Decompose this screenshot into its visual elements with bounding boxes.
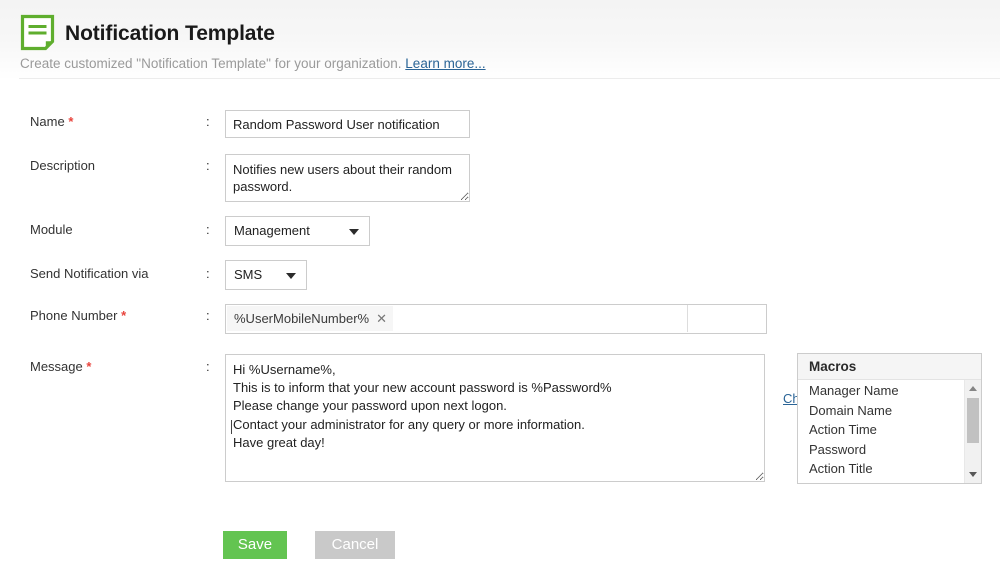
message-label-text: Message <box>30 359 83 374</box>
message-textarea[interactable] <box>225 354 765 482</box>
macros-title: Macros <box>798 354 981 380</box>
description-textarea[interactable] <box>225 154 470 202</box>
phone-number-token-chip[interactable]: %UserMobileNumber% ✕ <box>227 306 394 331</box>
module-label: Module <box>30 222 73 237</box>
macros-scrollbar[interactable] <box>964 380 981 483</box>
list-item[interactable]: Password <box>798 440 958 460</box>
chevron-down-icon <box>349 229 359 235</box>
cancel-button[interactable]: Cancel <box>315 531 395 559</box>
name-input[interactable] <box>225 110 470 138</box>
phone-number-colon: : <box>206 308 210 323</box>
save-button[interactable]: Save <box>223 531 287 559</box>
message-label: Message * <box>30 359 91 374</box>
phone-number-token-area[interactable]: %UserMobileNumber% ✕ <box>226 305 688 332</box>
scrollbar-thumb[interactable] <box>967 398 979 443</box>
description-label: Description <box>30 158 96 173</box>
phone-number-token-input[interactable]: %UserMobileNumber% ✕ <box>225 304 767 334</box>
name-label: Name * <box>30 114 73 129</box>
module-select[interactable]: Management <box>225 216 370 246</box>
title-row: Notification Template <box>19 14 275 52</box>
page-title: Notification Template <box>65 21 275 45</box>
chevron-down-icon <box>286 273 296 279</box>
subtitle-text: Create customized "Notification Template… <box>20 56 402 71</box>
phone-number-label: Phone Number * <box>30 308 126 323</box>
phone-number-required-mark: * <box>121 308 127 323</box>
send-via-colon: : <box>206 266 210 281</box>
document-lines-icon <box>20 14 55 51</box>
name-label-text: Name <box>30 114 65 129</box>
list-item[interactable]: Domain Name <box>798 401 958 421</box>
module-colon: : <box>206 222 210 237</box>
message-required-mark: * <box>86 359 92 374</box>
text-cursor <box>231 420 232 434</box>
send-via-select[interactable]: SMS <box>225 260 307 290</box>
notification-template-page: Notification Template Create customized … <box>0 0 1000 568</box>
page-header: Notification Template Create customized … <box>0 0 1000 80</box>
message-colon: : <box>206 359 210 374</box>
learn-more-link[interactable]: Learn more... <box>405 56 485 71</box>
page-subtitle: Create customized "Notification Template… <box>20 56 486 71</box>
header-divider <box>19 78 1000 79</box>
macros-body: Manager Name Domain Name Action Time Pas… <box>798 380 981 483</box>
module-select-value: Management <box>234 223 310 238</box>
description-colon: : <box>206 158 210 173</box>
caret-down-icon[interactable] <box>969 472 977 477</box>
form-row-send-via: Send Notification via : SMS <box>0 80 307 290</box>
send-via-select-value: SMS <box>234 267 263 282</box>
send-via-label: Send Notification via <box>30 266 149 281</box>
name-required-mark: * <box>68 114 74 129</box>
phone-number-token-text: %UserMobileNumber% <box>234 311 370 326</box>
list-item[interactable]: Action Time <box>798 420 958 440</box>
phone-number-label-text: Phone Number <box>30 308 118 323</box>
list-item[interactable]: Manager Name <box>798 381 958 401</box>
close-icon[interactable]: ✕ <box>376 312 387 325</box>
macros-list: Manager Name Domain Name Action Time Pas… <box>798 381 958 479</box>
name-colon: : <box>206 114 210 129</box>
macros-panel: Macros Manager Name Domain Name Action T… <box>797 353 982 484</box>
caret-up-icon[interactable] <box>969 386 977 391</box>
list-item[interactable]: Action Title <box>798 459 958 479</box>
